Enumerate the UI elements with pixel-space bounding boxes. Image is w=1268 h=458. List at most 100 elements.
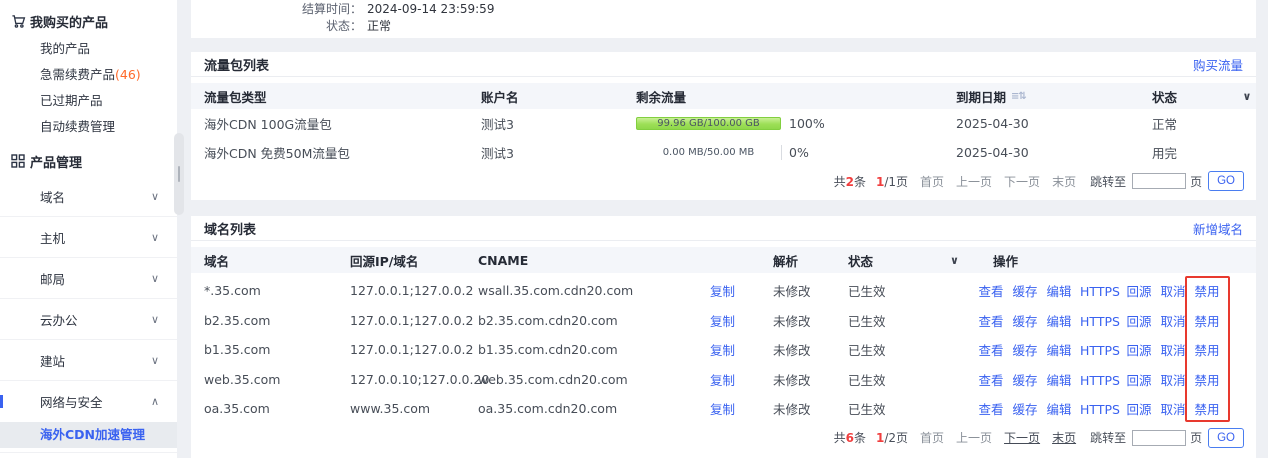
disable-link[interactable]: 禁用 bbox=[1194, 281, 1220, 300]
copy-link[interactable]: 复制 bbox=[710, 284, 735, 299]
https-link[interactable]: HTTPS bbox=[1080, 402, 1118, 417]
go-button[interactable]: GO bbox=[1208, 171, 1244, 191]
https-link[interactable]: HTTPS bbox=[1080, 343, 1118, 358]
sidebar-item-auto-renew[interactable]: 自动续费管理 bbox=[0, 114, 177, 140]
https-link[interactable]: HTTPS bbox=[1080, 373, 1118, 388]
buy-traffic-link[interactable]: 购买流量 bbox=[1193, 55, 1243, 74]
https-link[interactable]: HTTPS bbox=[1080, 284, 1118, 299]
account-name: 测试3 bbox=[481, 143, 636, 162]
origin-link[interactable]: 回源 bbox=[1126, 281, 1152, 300]
first-page-link[interactable]: 首页 bbox=[920, 429, 944, 446]
sidebar-item-renew-products[interactable]: 急需续费产品(46) bbox=[0, 62, 177, 88]
operations-cell: 查看缓存编辑 HTTPS 回源取消禁用 bbox=[978, 399, 1256, 418]
sort-icon[interactable]: ≡⇅ bbox=[1011, 91, 1026, 102]
sidebar-collapse-handle[interactable] bbox=[174, 133, 184, 215]
cancel-link[interactable]: 取消 bbox=[1160, 399, 1186, 418]
progress-bar: 0.00 MB/50.00 MB bbox=[636, 146, 781, 159]
origin-ip: 127.0.0.10;127.0.0.20 bbox=[350, 372, 478, 387]
disable-link[interactable]: 禁用 bbox=[1194, 311, 1220, 330]
next-page-link[interactable]: 下一页 bbox=[1004, 429, 1040, 446]
disable-link[interactable]: 禁用 bbox=[1194, 399, 1220, 418]
page-total: /1页 bbox=[884, 175, 908, 189]
https-link[interactable]: HTTPS bbox=[1080, 314, 1118, 329]
view-link[interactable]: 查看 bbox=[978, 370, 1004, 389]
cache-link[interactable]: 缓存 bbox=[1012, 340, 1038, 359]
view-link[interactable]: 查看 bbox=[978, 311, 1004, 330]
jump-page-input[interactable] bbox=[1132, 173, 1186, 189]
disable-link[interactable]: 禁用 bbox=[1194, 340, 1220, 359]
table-row: 海外CDN 免费50M流量包 测试3 0.00 MB/50.00 MB 0% 2… bbox=[191, 138, 1256, 167]
first-page-link[interactable]: 首页 bbox=[920, 173, 944, 190]
cache-link[interactable]: 缓存 bbox=[1012, 370, 1038, 389]
cache-link[interactable]: 缓存 bbox=[1012, 311, 1038, 330]
jump-page-input[interactable] bbox=[1132, 430, 1186, 446]
view-link[interactable]: 查看 bbox=[978, 399, 1004, 418]
cancel-link[interactable]: 取消 bbox=[1160, 340, 1186, 359]
page-total: /2页 bbox=[884, 431, 908, 445]
main-content: 结算时间： 2024-09-14 23:59:59 状态： 正常 流量包列表 购… bbox=[191, 0, 1256, 458]
copy-link[interactable]: 复制 bbox=[710, 314, 735, 329]
sidebar-item-mail[interactable]: 邮局∨ bbox=[0, 258, 177, 299]
next-page-link[interactable]: 下一页 bbox=[1004, 173, 1040, 190]
status-filter-chevron-icon[interactable]: ∨ bbox=[1238, 90, 1256, 103]
origin-link[interactable]: 回源 bbox=[1126, 399, 1152, 418]
sidebar-item-cloud-office[interactable]: 云办公∨ bbox=[0, 299, 177, 340]
table-row: *.35.com 127.0.0.1;127.0.0.2 wsall.35.co… bbox=[191, 276, 1256, 306]
sidebar-group-products: 产品管理 bbox=[10, 150, 177, 172]
col-status: 状态 bbox=[848, 251, 950, 270]
sidebar-item-site-builder[interactable]: 建站∨ bbox=[0, 340, 177, 381]
domain-section-title: 域名列表 bbox=[204, 219, 256, 238]
sidebar-item-network-security[interactable]: 网络与安全∧ bbox=[0, 381, 177, 422]
domain-name: b1.35.com bbox=[191, 342, 350, 357]
copy-link[interactable]: 复制 bbox=[710, 343, 735, 358]
sidebar-item-expired-products[interactable]: 已过期产品 bbox=[0, 88, 177, 114]
copy-link[interactable]: 复制 bbox=[710, 373, 735, 388]
cancel-link[interactable]: 取消 bbox=[1160, 311, 1186, 330]
sidebar-item-overseas-cdn[interactable]: 海外CDN加速管理 bbox=[0, 422, 177, 448]
edit-link[interactable]: 编辑 bbox=[1046, 370, 1072, 389]
cname-value: b1.35.com.cdn20.com bbox=[478, 342, 703, 357]
view-link[interactable]: 查看 bbox=[978, 281, 1004, 300]
sidebar-item-host[interactable]: 主机∨ bbox=[0, 217, 177, 258]
status-value: 正常 bbox=[367, 18, 391, 35]
cache-link[interactable]: 缓存 bbox=[1012, 281, 1038, 300]
cancel-link[interactable]: 取消 bbox=[1160, 370, 1186, 389]
copy-link[interactable]: 复制 bbox=[710, 402, 735, 417]
domain-name: web.35.com bbox=[191, 372, 350, 387]
origin-link[interactable]: 回源 bbox=[1126, 370, 1152, 389]
last-page-link[interactable]: 末页 bbox=[1052, 173, 1076, 190]
prev-page-link[interactable]: 上一页 bbox=[956, 429, 992, 446]
edit-link[interactable]: 编辑 bbox=[1046, 311, 1072, 330]
settle-time-label: 结算时间： bbox=[191, 1, 362, 18]
edit-link[interactable]: 编辑 bbox=[1046, 340, 1072, 359]
domain-status: 已生效 bbox=[848, 399, 950, 418]
account-name: 测试3 bbox=[481, 114, 636, 133]
resolve-status: 未修改 bbox=[773, 340, 848, 359]
cancel-link[interactable]: 取消 bbox=[1160, 281, 1186, 300]
prev-page-link[interactable]: 上一页 bbox=[956, 173, 992, 190]
origin-link[interactable]: 回源 bbox=[1126, 311, 1152, 330]
origin-link[interactable]: 回源 bbox=[1126, 340, 1152, 359]
last-page-link[interactable]: 末页 bbox=[1052, 429, 1076, 446]
page-indicator: 1/2页 bbox=[876, 429, 908, 446]
disable-link[interactable]: 禁用 bbox=[1194, 370, 1220, 389]
edit-link[interactable]: 编辑 bbox=[1046, 399, 1072, 418]
cache-link[interactable]: 缓存 bbox=[1012, 399, 1038, 418]
chevron-down-icon: ∨ bbox=[151, 354, 159, 367]
status-filter-chevron-icon[interactable]: ∨ bbox=[950, 254, 978, 267]
edit-link[interactable]: 编辑 bbox=[1046, 281, 1072, 300]
domain-pagination: 共6条 1/2页 首页 上一页 下一页 末页 跳转至 页 GO bbox=[191, 424, 1256, 452]
page-unit: 页 bbox=[1190, 429, 1202, 446]
expire-date: 2025-04-30 bbox=[956, 145, 1152, 160]
origin-ip: www.35.com bbox=[350, 401, 478, 416]
handle-notch bbox=[178, 166, 180, 182]
domain-table-header: 域名 回源IP/域名 CNAME 解析 状态 ∨ 操作 bbox=[191, 247, 1256, 273]
acc-label: 云办公 bbox=[40, 310, 78, 329]
sidebar-item-my-products[interactable]: 我的产品 bbox=[0, 36, 177, 62]
go-button[interactable]: GO bbox=[1208, 428, 1244, 448]
domain-list-section: 域名列表 新增域名 域名 回源IP/域名 CNAME 解析 状态 ∨ 操作 *.… bbox=[191, 216, 1256, 458]
traffic-section-title: 流量包列表 bbox=[204, 55, 269, 74]
add-domain-link[interactable]: 新增域名 bbox=[1193, 219, 1243, 238]
view-link[interactable]: 查看 bbox=[978, 340, 1004, 359]
sidebar-item-domain[interactable]: 域名∨ bbox=[0, 176, 177, 217]
